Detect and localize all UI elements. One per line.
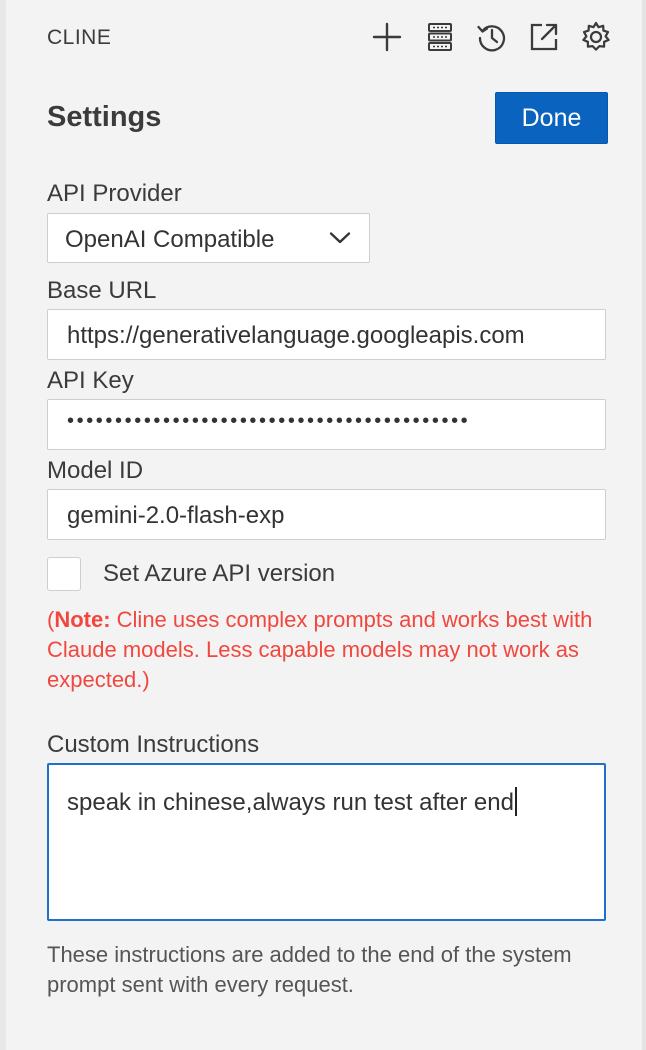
custom-instructions-value: speak in chinese,always run test after e… bbox=[67, 787, 517, 817]
cline-header: CLINE bbox=[0, 0, 642, 76]
model-id-label: Model ID bbox=[47, 457, 144, 484]
gear-icon[interactable] bbox=[577, 18, 615, 56]
api-provider-value: OpenAI Compatible bbox=[65, 226, 275, 253]
panel-scrollbar-track[interactable] bbox=[642, 0, 646, 1050]
panel-left-edge bbox=[0, 0, 6, 1050]
base-url-label: Base URL bbox=[47, 277, 157, 304]
warning-note-label: Note: bbox=[54, 607, 111, 632]
server-icon[interactable] bbox=[421, 18, 459, 56]
api-provider-label: API Provider bbox=[47, 180, 182, 207]
azure-api-version-label[interactable]: Set Azure API version bbox=[103, 560, 335, 588]
base-url-value: https://generativelanguage.googleapis.co… bbox=[67, 322, 525, 349]
api-key-masked-value: ••••••••••••••••••••••••••••••••••••••••… bbox=[67, 410, 471, 432]
model-id-input[interactable]: gemini-2.0-flash-exp bbox=[47, 489, 606, 540]
custom-instructions-textarea[interactable]: speak in chinese,always run test after e… bbox=[47, 763, 606, 921]
chevron-down-icon bbox=[329, 231, 351, 250]
warning-text: Cline uses complex prompts and works bes… bbox=[47, 607, 593, 692]
custom-instructions-text: speak in chinese,always run test after e… bbox=[67, 789, 514, 816]
history-icon[interactable] bbox=[473, 18, 511, 56]
api-key-label: API Key bbox=[47, 367, 134, 394]
done-button[interactable]: Done bbox=[495, 92, 608, 144]
azure-api-version-checkbox[interactable] bbox=[47, 557, 81, 591]
custom-instructions-help: These instructions are added to the end … bbox=[47, 942, 572, 997]
settings-title: Settings bbox=[47, 101, 162, 133]
api-key-input[interactable]: ••••••••••••••••••••••••••••••••••••••••… bbox=[47, 399, 606, 450]
custom-instructions-label: Custom Instructions bbox=[47, 731, 260, 758]
api-provider-select[interactable]: OpenAI Compatible bbox=[47, 213, 370, 263]
app-title: CLINE bbox=[47, 26, 112, 49]
plus-icon[interactable] bbox=[368, 18, 406, 56]
model-warning-note: (Note: Cline uses complex prompts and wo… bbox=[47, 605, 607, 695]
popout-icon[interactable] bbox=[525, 18, 563, 56]
base-url-input[interactable]: https://generativelanguage.googleapis.co… bbox=[47, 309, 606, 360]
model-id-value: gemini-2.0-flash-exp bbox=[67, 502, 285, 529]
text-cursor bbox=[514, 787, 517, 816]
